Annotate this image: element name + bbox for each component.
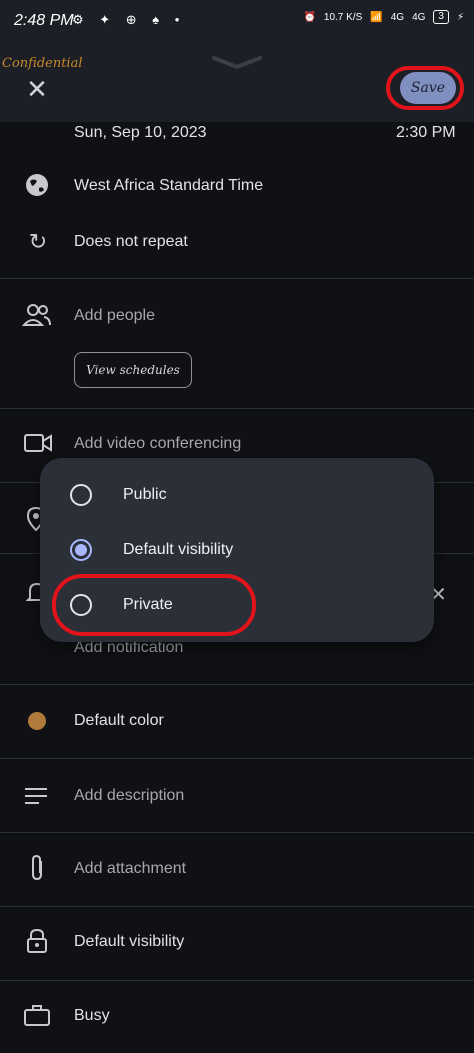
network-speed: 10.7 K/S — [323, 11, 363, 23]
charging-icon: ⚡ — [456, 11, 464, 23]
divider — [0, 684, 474, 685]
divider — [0, 980, 474, 981]
divider — [0, 758, 474, 759]
description-icon — [25, 788, 47, 804]
repeat-icon: ↻ — [28, 229, 48, 254]
video-icon — [24, 434, 52, 452]
visibility-option-default[interactable] — [40, 522, 434, 578]
busy-status[interactable]: Busy — [74, 1007, 110, 1025]
divider — [0, 832, 474, 833]
option-label: Public — [123, 486, 167, 503]
repeat-setting[interactable]: Does not repeat — [74, 233, 188, 251]
alarm-icon: ⏰ — [303, 11, 316, 23]
confidential-watermark: Confidential — [2, 56, 83, 71]
network-type-1: 4G — [390, 11, 405, 23]
default-visibility[interactable]: Default visibility — [74, 933, 184, 951]
color-swatch-icon — [28, 712, 46, 730]
timezone[interactable]: West Africa Standard Time — [74, 177, 263, 195]
battery-icon: 3 — [433, 10, 449, 24]
divider — [0, 408, 474, 409]
close-icon[interactable]: ✕ — [24, 76, 50, 102]
private-highlight — [52, 574, 256, 636]
network-type-2: 4G — [412, 11, 426, 23]
wifi-icon: 📶 — [370, 11, 383, 23]
default-color[interactable]: Default color — [74, 712, 164, 730]
add-description[interactable]: Add description — [74, 787, 184, 805]
drag-handle-icon[interactable] — [212, 56, 262, 70]
event-date[interactable]: Sun, Sep 10, 2023 — [74, 124, 207, 142]
divider — [0, 278, 474, 279]
save-button[interactable]: Save — [400, 72, 456, 104]
status-notification-icons: ⚙ ✦ ⊕ ♠ • — [72, 12, 186, 27]
radio-unselected-icon[interactable] — [70, 484, 92, 506]
divider — [0, 906, 474, 907]
status-time: 2:48 PM — [14, 12, 74, 29]
visibility-option-public[interactable] — [40, 467, 434, 523]
add-video-conferencing[interactable]: Add video conferencing — [74, 435, 241, 453]
event-time[interactable]: 2:30 PM — [396, 124, 456, 142]
option-label: Default visibility — [123, 541, 234, 558]
people-icon — [22, 304, 51, 326]
lock-icon — [27, 928, 47, 953]
attachment-icon — [32, 854, 42, 881]
status-right: ⏰ 10.7 K/S 📶 4G 4G 3 ⚡ — [303, 10, 464, 24]
view-schedules-button[interactable]: View schedules — [74, 352, 192, 388]
globe-icon — [26, 174, 48, 196]
add-people[interactable]: Add people — [74, 307, 155, 325]
radio-selected-icon[interactable] — [70, 539, 92, 561]
briefcase-icon — [24, 1005, 50, 1026]
add-attachment[interactable]: Add attachment — [74, 860, 186, 878]
